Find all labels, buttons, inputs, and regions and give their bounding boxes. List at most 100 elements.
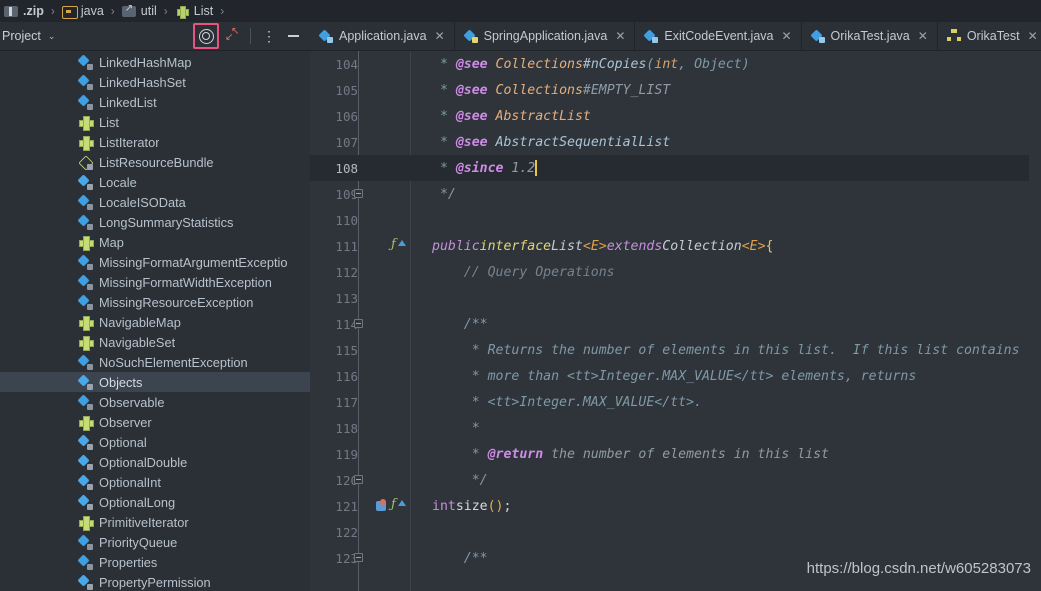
tree-item-locale[interactable]: Locale (0, 172, 310, 192)
tree-item-propertypermission[interactable]: PropertyPermission (0, 572, 310, 591)
gutter-row[interactable]: 110 (310, 207, 410, 233)
code-line[interactable]: * @see AbstractSequentialList (410, 129, 1029, 155)
code-line[interactable]: * <tt>Integer.MAX_VALUE</tt>. (410, 389, 1029, 415)
gutter-row[interactable]: 117 (310, 389, 410, 415)
implemented-method-icon[interactable] (391, 497, 406, 513)
close-icon[interactable]: ✕ (781, 29, 791, 43)
code-line[interactable] (410, 285, 1029, 311)
tree-item-optionaldouble[interactable]: OptionalDouble (0, 452, 310, 472)
tree-item-linkedlist[interactable]: LinkedList (0, 92, 310, 112)
fold-toggle-icon[interactable] (354, 319, 363, 328)
gutter-row[interactable]: 120 (310, 467, 410, 493)
fold-toggle-icon[interactable] (354, 553, 363, 562)
gutter-icons[interactable] (358, 497, 410, 513)
code-line[interactable]: * @since 1.2 (410, 155, 1029, 181)
chevron-down-icon[interactable]: ⌄ (48, 31, 56, 42)
close-icon[interactable]: ✕ (1028, 29, 1038, 43)
tree-item-optionallong[interactable]: OptionalLong (0, 492, 310, 512)
implemented-method-icon[interactable] (391, 237, 406, 253)
tree-item-listiterator[interactable]: ListIterator (0, 132, 310, 152)
gutter-row[interactable]: 112 (310, 259, 410, 285)
code-line[interactable]: * @see AbstractList (410, 103, 1029, 129)
code-line[interactable]: */ (410, 467, 1029, 493)
breadcrumb-item-java[interactable]: java (60, 4, 106, 19)
tree-item-observer[interactable]: Observer (0, 412, 310, 432)
options-button[interactable]: ⋮ (258, 25, 280, 47)
tree-item-objects[interactable]: Objects (0, 372, 310, 392)
code-line[interactable]: /** (410, 311, 1029, 337)
code-line[interactable]: // Query Operations (410, 259, 1029, 285)
gutter-row[interactable]: 109 (310, 181, 410, 207)
code-line[interactable]: * @see Collections #nCopies (int, Object) (410, 51, 1029, 77)
tree-item-missingformatargumentexceptio[interactable]: MissingFormatArgumentExceptio (0, 252, 310, 272)
code-line[interactable] (410, 207, 1029, 233)
gutter-row[interactable]: 118 (310, 415, 410, 441)
gutter-row[interactable]: 121 (310, 493, 410, 519)
project-tree[interactable]: LinkedHashMap LinkedHashSet LinkedList List… (0, 51, 310, 591)
tree-item-optionalint[interactable]: OptionalInt (0, 472, 310, 492)
editor-tab-exitcodeevent-java[interactable]: ExitCodeEvent.java ✕ (635, 22, 802, 50)
tree-item-map[interactable]: Map (0, 232, 310, 252)
tree-item-missingresourceexception[interactable]: MissingResourceException (0, 292, 310, 312)
tree-item-listresourcebundle[interactable]: ListResourceBundle (0, 152, 310, 172)
editor-tab-springapplication-java[interactable]: SpringApplication.java ✕ (455, 22, 636, 50)
code-line[interactable]: int size(); (410, 493, 1029, 519)
gutter-row[interactable]: 106 (310, 103, 410, 129)
collapse-all-button[interactable]: ↙ ↖ (221, 25, 243, 47)
tree-item-linkedhashmap[interactable]: LinkedHashMap (0, 52, 310, 72)
tree-item-localeisodata[interactable]: LocaleISOData (0, 192, 310, 212)
close-icon[interactable]: ✕ (615, 29, 625, 43)
gutter-row[interactable]: 114 (310, 311, 410, 337)
select-opened-file-button[interactable] (193, 23, 219, 49)
code-line[interactable]: * @see Collections #EMPTY_LIST (410, 77, 1029, 103)
code-line[interactable]: * (410, 415, 1029, 441)
gutter-row[interactable]: 113 (310, 285, 410, 311)
gutter-row[interactable]: 104 (310, 51, 410, 77)
tree-item-optional[interactable]: Optional (0, 432, 310, 452)
code-line[interactable] (410, 519, 1029, 545)
breadcrumb-item-zip[interactable]: .zip (2, 4, 46, 18)
gutter-row[interactable]: 111 (310, 233, 410, 259)
gutter-row[interactable]: 119 (310, 441, 410, 467)
gutter-row[interactable]: 105 (310, 77, 410, 103)
tree-item-missingformatwidthexception[interactable]: MissingFormatWidthException (0, 272, 310, 292)
editor-tabbar[interactable]: Application.java ✕ SpringApplication.java ✕… (310, 22, 1041, 51)
editor-tab-orikatest[interactable]: OrikaTest ✕ (938, 22, 1041, 50)
tree-item-primitiveiterator[interactable]: PrimitiveIterator (0, 512, 310, 532)
editor-tab-orikatest-java[interactable]: OrikaTest.java ✕ (802, 22, 938, 50)
breadcrumb-item-util[interactable]: util (120, 3, 159, 18)
code-line[interactable]: * Returns the number of elements in this… (410, 337, 1029, 363)
code-line[interactable]: * @return the number of elements in this… (410, 441, 1029, 467)
tree-item-list[interactable]: List (0, 112, 310, 132)
breadcrumb-item-list[interactable]: List (173, 4, 215, 19)
gutter-row[interactable]: 115 (310, 337, 410, 363)
editor-scrollbar[interactable] (1029, 51, 1041, 591)
close-icon[interactable]: ✕ (435, 29, 445, 43)
tree-item-nosuchelementexception[interactable]: NoSuchElementException (0, 352, 310, 372)
close-icon[interactable]: ✕ (918, 29, 928, 43)
fold-toggle-icon[interactable] (354, 475, 363, 484)
fold-toggle-icon[interactable] (354, 189, 363, 198)
tree-item-navigableset[interactable]: NavigableSet (0, 332, 310, 352)
editor-gutter[interactable]: 104 105 106 107 108 109 110 111 112 113 114 115 116 1… (310, 51, 410, 591)
gutter-row[interactable]: 108 (310, 155, 410, 181)
gutter-icons[interactable] (358, 237, 410, 253)
code-line[interactable]: * more than <tt>Integer.MAX_VALUE</tt> e… (410, 363, 1029, 389)
tree-item-longsummarystatistics[interactable]: LongSummaryStatistics (0, 212, 310, 232)
tree-item-priorityqueue[interactable]: PriorityQueue (0, 532, 310, 552)
tree-item-navigablemap[interactable]: NavigableMap (0, 312, 310, 332)
gutter-row[interactable]: 107 (310, 129, 410, 155)
code-line[interactable]: */ (410, 181, 1029, 207)
editor-tab-application-java[interactable]: Application.java ✕ (310, 22, 455, 50)
gutter-row[interactable]: 116 (310, 363, 410, 389)
hide-button[interactable] (282, 25, 304, 47)
tree-item-observable[interactable]: Observable (0, 392, 310, 412)
breakpoint-icon[interactable] (375, 499, 387, 512)
editor-body[interactable]: 104 105 106 107 108 109 110 111 112 113 114 115 116 1… (310, 51, 1041, 591)
gutter-row[interactable]: 123 (310, 545, 410, 571)
code-area[interactable]: * @see Collections #nCopies (int, Object) … (410, 51, 1029, 591)
gutter-row[interactable]: 122 (310, 519, 410, 545)
tree-item-properties[interactable]: Properties (0, 552, 310, 572)
code-line[interactable]: public interface List <E> extends Collect… (410, 233, 1029, 259)
tree-item-linkedhashset[interactable]: LinkedHashSet (0, 72, 310, 92)
